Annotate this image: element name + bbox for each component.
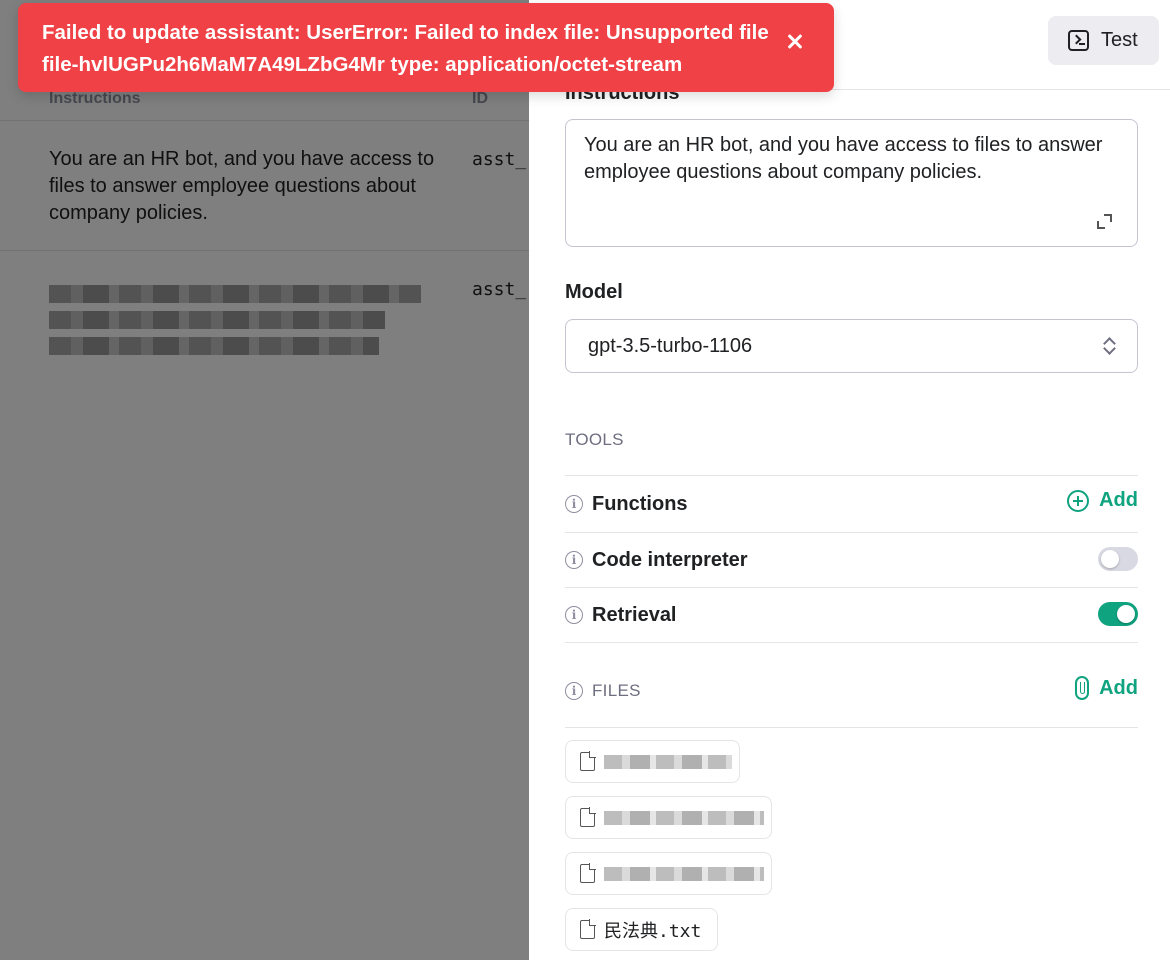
info-icon[interactable]: i [565, 495, 583, 513]
add-file-button[interactable]: Add [1075, 676, 1138, 700]
file-icon [580, 863, 596, 883]
instructions-value: You are an HR bot, and you have access t… [584, 134, 1103, 183]
modal-backdrop[interactable] [0, 0, 529, 960]
assistant-edit-panel: Test Instructions You are an HR bot, and… [529, 0, 1170, 960]
redacted-filename [604, 754, 732, 769]
instructions-textarea[interactable]: You are an HR bot, and you have access t… [565, 119, 1138, 247]
tools-caption: TOOLS [565, 430, 624, 449]
file-chip[interactable] [565, 740, 740, 783]
code-interpreter-toggle[interactable] [1098, 547, 1138, 571]
divider [565, 587, 1138, 588]
files-caption: FILES [592, 681, 641, 700]
toggle-knob [1117, 605, 1135, 623]
info-icon[interactable]: i [565, 682, 583, 700]
divider [565, 532, 1138, 533]
tool-row-functions: i Functions Add [565, 489, 1138, 519]
paperclip-icon [1075, 676, 1090, 700]
redacted-filename [604, 810, 764, 825]
divider [565, 642, 1138, 643]
test-button-label: Test [1101, 29, 1138, 51]
toggle-knob [1101, 550, 1119, 568]
files-header-row: i FILES Add [565, 676, 1138, 706]
divider [565, 727, 1138, 728]
terminal-icon [1068, 30, 1089, 51]
functions-label: Functions [592, 492, 688, 515]
add-file-label: Add [1099, 676, 1138, 699]
plus-circle-icon [1067, 489, 1090, 512]
tool-row-code-interpreter: i Code interpreter [565, 545, 1138, 575]
tool-row-retrieval: i Retrieval [565, 600, 1138, 630]
add-function-label: Add [1099, 489, 1138, 511]
file-icon [580, 807, 596, 827]
error-toast: Failed to update assistant: UserError: F… [18, 3, 834, 92]
file-icon [580, 919, 596, 939]
code-interpreter-label: Code interpreter [592, 548, 748, 571]
add-function-button[interactable]: Add [1067, 489, 1138, 512]
info-icon[interactable]: i [565, 606, 583, 624]
retrieval-toggle[interactable] [1098, 602, 1138, 626]
close-icon[interactable] [783, 29, 807, 53]
redacted-filename [604, 866, 764, 881]
error-toast-message: Failed to update assistant: UserError: F… [42, 21, 769, 76]
file-icon [580, 751, 596, 771]
model-select[interactable]: gpt-3.5-turbo-1106 [565, 319, 1138, 373]
model-selected-value: gpt-3.5-turbo-1106 [588, 334, 753, 357]
info-icon[interactable]: i [565, 551, 583, 569]
chevron-up-down-icon [1103, 337, 1115, 355]
test-button[interactable]: Test [1048, 16, 1159, 65]
file-name: 民法典.txt [604, 920, 702, 942]
file-chip[interactable] [565, 852, 772, 895]
retrieval-label: Retrieval [592, 603, 677, 626]
file-chip[interactable] [565, 796, 772, 839]
model-label: Model [565, 281, 623, 303]
file-chip[interactable]: 民法典.txt [565, 908, 718, 951]
divider [565, 475, 1138, 476]
expand-icon[interactable] [1097, 214, 1112, 229]
